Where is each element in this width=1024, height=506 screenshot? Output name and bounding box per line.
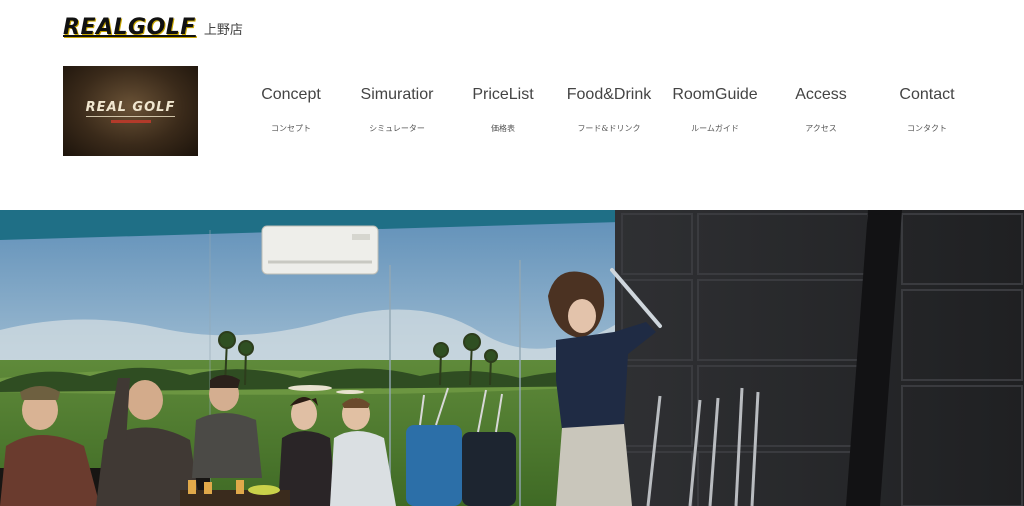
padded-wall bbox=[615, 210, 1024, 506]
nav-sublabel: 価格表 bbox=[491, 124, 515, 133]
brand[interactable]: REALGOLF 上野店 bbox=[63, 15, 243, 40]
hero-image bbox=[0, 210, 1024, 506]
nav-item-access[interactable]: Access アクセス bbox=[768, 86, 874, 134]
nav-label: PriceList bbox=[472, 86, 534, 103]
nav-item-roomguide[interactable]: RoomGuide ルームガイド bbox=[662, 86, 768, 134]
nav-sublabel: アクセス bbox=[805, 124, 837, 133]
air-conditioner bbox=[261, 225, 379, 275]
store-sign-accent bbox=[110, 119, 151, 123]
nav-item-pricelist[interactable]: PriceList 価格表 bbox=[450, 86, 556, 134]
store-sign-photo: REAL GOLF bbox=[63, 66, 198, 156]
nav-item-simulator[interactable]: Simuratior シミュレーター bbox=[344, 86, 450, 134]
nav-sublabel: フード&ドリンク bbox=[577, 124, 641, 133]
main-nav: Concept コンセプト Simuratior シミュレーター PriceLi… bbox=[238, 86, 1002, 134]
nav-sublabel: シミュレーター bbox=[369, 124, 425, 133]
nav-item-concept[interactable]: Concept コンセプト bbox=[238, 86, 344, 134]
nav-sublabel: ルームガイド bbox=[691, 124, 739, 133]
nav-label: Contact bbox=[899, 86, 955, 103]
nav-label: Simuratior bbox=[360, 86, 434, 103]
brand-logo[interactable]: REALGOLF bbox=[63, 15, 196, 40]
nav-sublabel: コンタクト bbox=[907, 124, 947, 133]
brand-branch: 上野店 bbox=[203, 22, 243, 37]
nav-label: RoomGuide bbox=[672, 86, 758, 103]
store-sign-text: REAL GOLF bbox=[85, 99, 176, 117]
nav-label: Concept bbox=[261, 86, 321, 103]
nav-sublabel: コンセプト bbox=[271, 124, 311, 133]
hero-scene bbox=[0, 210, 1024, 506]
nav-item-food-drink[interactable]: Food&Drink フード&ドリンク bbox=[556, 86, 662, 134]
site-header: REALGOLF 上野店 REAL GOLF Concept コンセプト Sim… bbox=[0, 0, 1024, 210]
nav-label: Food&Drink bbox=[566, 86, 652, 103]
nav-item-contact[interactable]: Contact コンタクト bbox=[874, 86, 980, 134]
nav-label: Access bbox=[795, 86, 847, 103]
